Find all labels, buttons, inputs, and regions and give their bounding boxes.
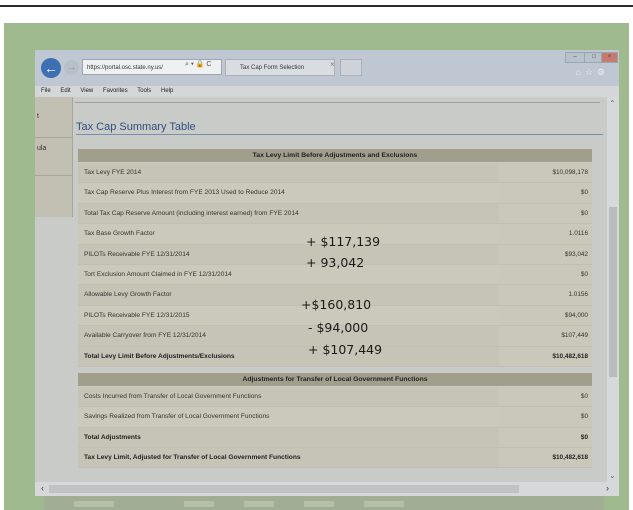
content-divider: [75, 102, 600, 103]
row-value: $0: [499, 386, 592, 407]
menu-bar: File Edit View Favorites Tools Help: [35, 86, 619, 97]
row-label: PILOTs Receivable FYE 12/31/2015: [78, 305, 499, 326]
handwritten-annotation: + 93,042: [306, 255, 365, 270]
row-value: $0: [499, 407, 592, 427]
table-row-total: Total Adjustments $0: [78, 427, 592, 449]
minimize-button[interactable]: –: [565, 52, 585, 63]
page-title: Tax Cap Summary Table: [76, 121, 196, 133]
scroll-right-icon[interactable]: ›: [606, 483, 609, 493]
taskbar: [44, 496, 604, 510]
left-nav-divider: [35, 137, 72, 138]
menu-help[interactable]: Help: [161, 88, 173, 94]
row-value: $10,098,178: [499, 163, 592, 183]
table-row: Costs Incurred from Transfer of Local Go…: [78, 386, 592, 408]
title-underline: [76, 134, 603, 135]
forward-button[interactable]: →: [64, 60, 79, 75]
row-label: Total Adjustments: [78, 427, 499, 448]
section-header: Tax Levy Limit Before Adjustments and Ex…: [78, 149, 592, 162]
taskbar-item[interactable]: [364, 501, 404, 507]
taskbar-item[interactable]: [74, 501, 114, 507]
row-label: Tax Cap Reserve Plus Interest from FYE 2…: [78, 183, 499, 203]
row-label: Tax Levy FYE 2014: [78, 163, 499, 183]
handwritten-annotation: + $117,139: [306, 234, 381, 249]
row-value: $94,000: [499, 305, 592, 326]
left-nav-divider: [35, 175, 72, 176]
row-label: Allowable Levy Growth Factor: [78, 285, 499, 305]
menu-view[interactable]: View: [80, 88, 93, 94]
left-nav-panel: t ula: [35, 97, 73, 217]
scroll-down-icon[interactable]: ⌄: [609, 471, 616, 480]
row-label: Total Levy Limit Before Adjustments/Excl…: [78, 346, 499, 366]
handwritten-annotation: - $94,000: [308, 320, 369, 335]
row-label: PILOTs Receivable FYE 12/31/2014: [78, 244, 499, 264]
vertical-scroll-thumb[interactable]: [609, 207, 617, 377]
close-window-button[interactable]: ×: [601, 52, 618, 63]
address-bar-icons[interactable]: ⌕ ▾ 🔒 C: [185, 60, 211, 69]
row-value: $0: [499, 183, 592, 203]
row-value: $10,482,618: [499, 346, 592, 366]
table-row: Total Tax Cap Reserve Amount (including …: [78, 203, 592, 225]
table-row-total: Tax Levy Limit, Adjusted for Transfer of…: [78, 448, 592, 469]
horizontal-scrollbar[interactable]: ‹ ›: [35, 482, 619, 496]
handwritten-annotation: +$160,810: [301, 297, 372, 312]
browser-window: ← → https://portal.osc.state.ny.us/ ⌕ ▾ …: [35, 50, 619, 496]
handwritten-annotation: + $107,449: [308, 342, 383, 357]
row-label: Savings Realized from Transfer of Local …: [78, 407, 499, 427]
row-value: 1.0116: [499, 224, 592, 244]
horizontal-scroll-thumb[interactable]: [49, 485, 519, 493]
tab-close-icon[interactable]: ×: [330, 60, 335, 69]
top-rule: [0, 5, 633, 7]
table-row: Savings Realized from Transfer of Local …: [78, 407, 592, 428]
row-value: $0: [499, 264, 592, 285]
left-nav-item-1[interactable]: t: [37, 113, 39, 120]
row-value: $0: [499, 427, 592, 448]
back-button[interactable]: ←: [41, 58, 61, 78]
row-label: Costs Incurred from Transfer of Local Go…: [78, 386, 499, 407]
row-label: Tax Levy Limit, Adjusted for Transfer of…: [78, 448, 499, 468]
monitor-photo: ← → https://portal.osc.state.ny.us/ ⌕ ▾ …: [4, 23, 629, 510]
new-tab-button[interactable]: [340, 59, 362, 76]
table-row: Tax Cap Reserve Plus Interest from FYE 2…: [78, 183, 592, 204]
row-value: $10,482,618: [499, 448, 592, 468]
menu-favorites[interactable]: Favorites: [103, 88, 128, 94]
row-value: $93,042: [499, 244, 592, 264]
page-content: t ula Tax Cap Summary Table Tax Levy Lim…: [35, 97, 607, 482]
table-row: Tax Levy FYE 2014 $10,098,178: [78, 163, 592, 184]
row-label: Tax Base Growth Factor: [78, 224, 499, 244]
browser-titlebar: ← → https://portal.osc.state.ny.us/ ⌕ ▾ …: [35, 50, 619, 86]
row-value: $0: [499, 203, 592, 224]
scroll-up-icon[interactable]: ⌃: [609, 99, 616, 108]
toolbar-icons[interactable]: ⌂☆⚙: [575, 67, 609, 78]
menu-file[interactable]: File: [41, 88, 51, 94]
taskbar-item[interactable]: [184, 501, 214, 507]
menu-tools[interactable]: Tools: [137, 88, 151, 94]
row-label: Total Tax Cap Reserve Amount (including …: [78, 203, 499, 224]
section-header: Adjustments for Transfer of Local Govern…: [78, 372, 592, 386]
browser-tab[interactable]: Tax Cap Form Selection: [225, 59, 335, 76]
row-value: $107,449: [499, 326, 592, 346]
scroll-left-icon[interactable]: ‹: [41, 483, 44, 493]
left-nav-item-2[interactable]: ula: [37, 145, 46, 152]
row-value: 1.0156: [499, 285, 592, 305]
row-label: Tort Exclusion Amount Claimed in FYE 12/…: [78, 264, 499, 285]
menu-edit[interactable]: Edit: [60, 88, 70, 94]
row-label: Available Carryover from FYE 12/31/2014: [78, 326, 499, 346]
vertical-scrollbar[interactable]: ⌃ ⌄: [607, 97, 619, 482]
taskbar-item[interactable]: [244, 501, 274, 507]
taskbar-item[interactable]: [304, 501, 334, 507]
